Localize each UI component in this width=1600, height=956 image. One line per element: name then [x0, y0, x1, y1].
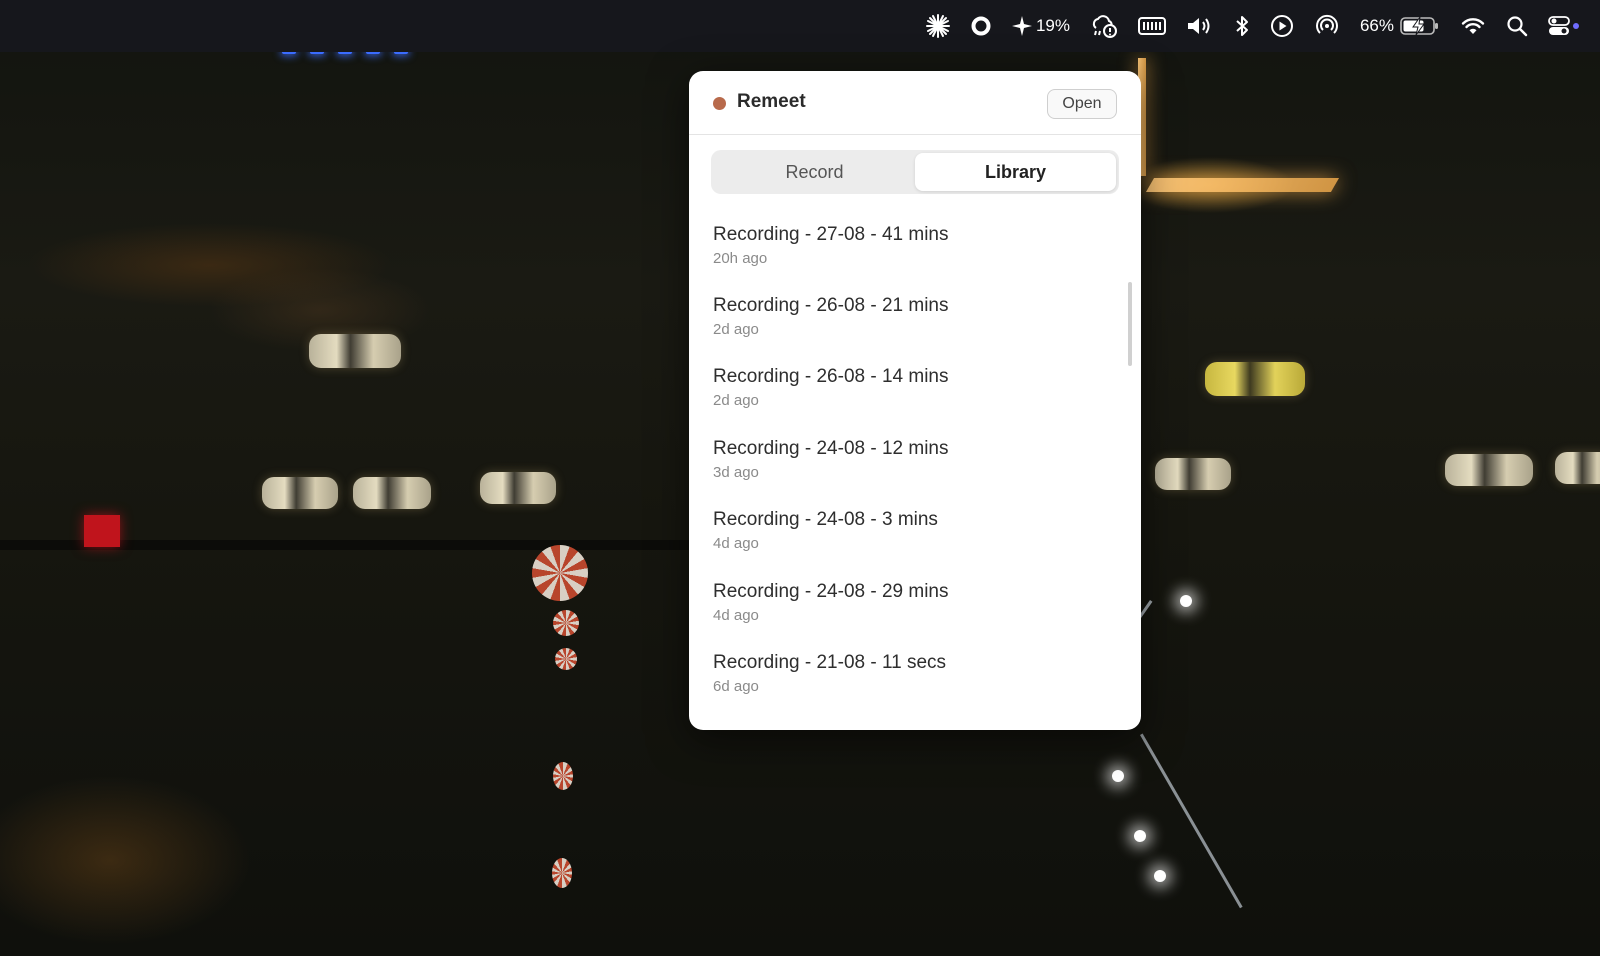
recordings-list[interactable]: Recording - 27-08 - 41 mins 20h ago Reco… — [689, 211, 1141, 730]
wallpaper-umbrella — [532, 545, 588, 601]
wallpaper-streetlight — [1112, 770, 1124, 782]
recording-age: 4d ago — [713, 535, 759, 552]
list-item[interactable]: Recording - 26-08 - 21 mins 2d ago — [713, 295, 1103, 355]
wallpaper-car — [1155, 458, 1231, 490]
wallpaper-car — [480, 472, 556, 504]
tab-record[interactable]: Record — [714, 153, 915, 191]
play-circle-icon[interactable] — [1270, 0, 1294, 52]
wallpaper-lit-sign — [1145, 178, 1340, 192]
list-item[interactable]: Recording - 27-08 - 41 mins 20h ago — [713, 224, 1103, 284]
spotlight-search-icon[interactable] — [1506, 0, 1528, 52]
airdrop-icon[interactable] — [1314, 0, 1340, 52]
recording-title: Recording - 26-08 - 21 mins — [713, 295, 949, 316]
wallpaper-taxi — [1205, 362, 1305, 396]
wallpaper-light-streak — [1140, 733, 1243, 909]
sparkle-percentage: 19% — [1035, 16, 1070, 35]
app-title: Remeet — [737, 91, 806, 112]
battery-charging-icon — [1400, 16, 1438, 36]
bluetooth-icon[interactable] — [1234, 0, 1250, 52]
list-item[interactable]: Recording - 24-08 - 12 mins 3d ago — [713, 438, 1103, 498]
list-item[interactable]: Recording - 26-08 - 14 mins 2d ago — [713, 366, 1103, 426]
view-segmented-control: Record Library — [711, 150, 1119, 194]
recording-age: 2d ago — [713, 392, 759, 409]
memory-chip-icon[interactable] — [1137, 0, 1166, 52]
recording-age: 20h ago — [713, 250, 768, 267]
recording-title: Recording - 27-08 - 41 mins — [713, 224, 949, 245]
popover-header: Remeet Open — [689, 71, 1141, 135]
wallpaper-car — [1445, 454, 1533, 486]
recording-age: 4d ago — [713, 607, 759, 624]
recording-age: 6d ago — [713, 678, 759, 695]
list-item[interactable]: Recording - 21-08 - 11 secs 6d ago — [713, 652, 1103, 712]
recording-age: 2d ago — [713, 321, 759, 338]
battery-item[interactable]: 66% — [1360, 0, 1440, 52]
tab-library[interactable]: Library — [915, 153, 1116, 191]
list-scrollbar[interactable] — [1128, 282, 1132, 366]
recording-age: 3d ago — [713, 464, 759, 481]
volume-icon[interactable] — [1186, 0, 1214, 52]
recording-title: Recording - 21-08 - 11 secs — [713, 652, 947, 673]
wallpaper-car — [353, 477, 431, 509]
asterisk-burst-icon[interactable] — [925, 0, 950, 52]
list-item[interactable]: Recording - 24-08 - 29 mins 4d ago — [713, 581, 1103, 641]
wallpaper-umbrella — [553, 610, 579, 636]
wallpaper-car — [262, 477, 338, 509]
open-button[interactable]: Open — [1047, 89, 1117, 119]
wallpaper-umbrella — [555, 648, 577, 670]
sparkle-usage-item[interactable]: 19% — [1011, 0, 1070, 52]
sparkle-icon — [1011, 16, 1032, 36]
remeet-popover: Remeet Open Record Library Recording - 2… — [689, 71, 1141, 730]
record-circle-icon[interactable] — [970, 0, 992, 52]
cloud-rain-alert-icon[interactable] — [1090, 0, 1118, 52]
wallpaper-umbrella — [552, 858, 572, 888]
wallpaper-streetlight — [1180, 595, 1192, 607]
control-center-icon[interactable] — [1548, 0, 1580, 52]
menu-bar: 19% 66% — [0, 0, 1600, 52]
wallpaper-umbrella — [553, 762, 573, 790]
recording-title: Recording - 24-08 - 3 mins — [713, 509, 938, 530]
wallpaper-car — [1555, 452, 1600, 484]
wallpaper-car — [309, 334, 401, 368]
recording-title: Recording - 24-08 - 12 mins — [713, 438, 949, 459]
wallpaper-streetlight — [1154, 870, 1166, 882]
recording-title: Recording - 24-08 - 29 mins — [713, 581, 949, 602]
status-indicator-dot — [713, 97, 726, 110]
recording-title: Recording - 26-08 - 14 mins — [713, 366, 949, 387]
wifi-icon[interactable] — [1460, 0, 1486, 52]
battery-percentage: 66% — [1359, 16, 1394, 35]
wallpaper-red-light — [84, 515, 120, 547]
wallpaper-streetlight — [1134, 830, 1146, 842]
list-item[interactable]: Recording - 24-08 - 3 mins 4d ago — [713, 509, 1103, 569]
